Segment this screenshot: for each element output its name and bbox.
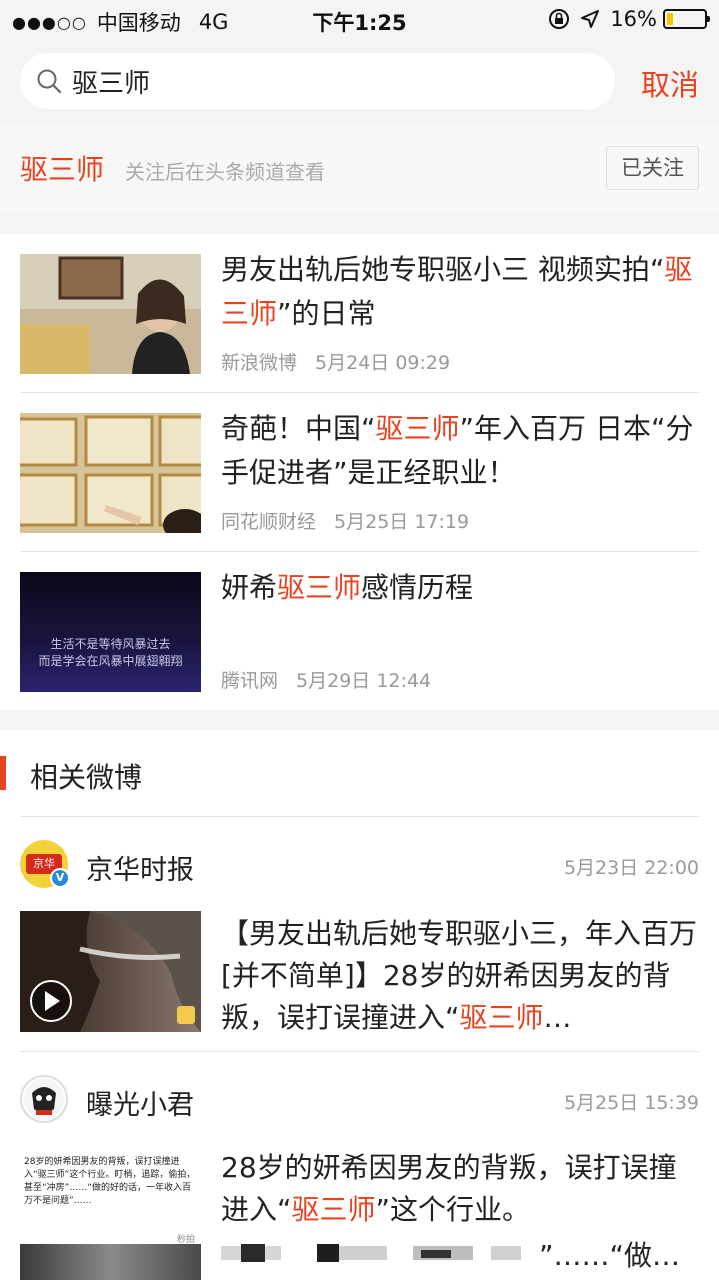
- weibo-time: 5月23日 22:00: [563, 857, 699, 879]
- redacted-text: [221, 1242, 521, 1264]
- news-item[interactable]: 奇葩！中国“驱三师”年入百万 日本“分手促进者”是正经职业！ 同花顺财经 5月25…: [20, 393, 699, 552]
- status-right: 16%: [548, 7, 710, 31]
- post-text: ”这个行业。: [375, 1193, 531, 1226]
- weibo-author[interactable]: 曝光小君: [86, 1083, 194, 1122]
- search-icon: [37, 69, 62, 94]
- orientation-lock-icon: [549, 9, 570, 29]
- followed-button[interactable]: 已关注: [606, 146, 699, 190]
- thumbnail-image: [20, 1244, 201, 1280]
- news-item[interactable]: 男友出轨后她专职驱小三 视频实拍“驱三师”的日常 新浪微博 5月24日 09:29: [20, 234, 699, 393]
- thumbnail-caption: 生活不是等待风暴过去 而是学会在风暴中展翅翱翔: [20, 636, 201, 670]
- news-source: 新浪微博: [221, 352, 298, 374]
- search-input[interactable]: 驱三师: [20, 53, 615, 109]
- title-text: 男友出轨后她专职驱小三 视频实拍“: [221, 253, 665, 286]
- weibo-avatar[interactable]: [20, 1075, 68, 1123]
- section-accent-bar: [0, 756, 6, 790]
- news-thumbnail: 生活不是等待风暴过去 而是学会在风暴中展翅翱翔: [20, 572, 201, 692]
- verified-badge-icon: V: [50, 868, 70, 888]
- divider: [20, 1051, 699, 1052]
- news-meta: 腾讯网 5月29日 12:44: [221, 666, 431, 693]
- title-text: ”的日常: [277, 297, 376, 330]
- post-highlight: 驱三师: [291, 1193, 376, 1226]
- weibo-author[interactable]: 京华时报: [86, 848, 194, 887]
- post-highlight: 驱三师: [459, 1001, 544, 1034]
- battery-percent: 16%: [610, 7, 657, 31]
- news-list: 男友出轨后她专职驱小三 视频实拍“驱三师”的日常 新浪微博 5月24日 09:29…: [0, 234, 719, 710]
- news-date: 5月25日 17:19: [334, 511, 470, 533]
- title-highlight: 驱三师: [375, 412, 460, 445]
- battery-icon: [663, 9, 710, 29]
- weibo-text[interactable]: 【男友出轨后她专职驱小三，年入百万[并不简单]】28岁的妍希因男友的背叛，误打误…: [221, 913, 699, 1039]
- section-title: 相关微博: [30, 761, 143, 794]
- news-meta: 新浪微博 5月24日 09:29: [221, 348, 450, 375]
- location-arrow-icon: [581, 10, 600, 28]
- cancel-button[interactable]: 取消: [641, 62, 699, 104]
- title-text: 妍希: [221, 571, 278, 604]
- thumbnail-caption-line: 而是学会在风暴中展翅翱翔: [38, 654, 183, 668]
- post-text: …: [543, 1001, 572, 1034]
- title-highlight: 驱三师: [277, 571, 362, 604]
- news-source: 同花顺财经: [221, 511, 317, 533]
- weibo-avatar[interactable]: 京华 V: [20, 840, 70, 888]
- status-bar: ●●●○○ 中国移动 4G 下午1:25 16%: [0, 0, 719, 40]
- news-thumbnail: [20, 413, 201, 533]
- weibo-time: 5月25日 15:39: [563, 1092, 699, 1114]
- search-query: 驱三师: [72, 68, 151, 99]
- subscribe-keyword[interactable]: 驱三师: [20, 148, 104, 188]
- news-date: 5月29日 12:44: [296, 670, 432, 692]
- news-meta: 同花顺财经 5月25日 17:19: [221, 507, 469, 534]
- avatar: [20, 1075, 68, 1123]
- news-title: 男友出轨后她专职驱小三 视频实拍“驱三师”的日常: [221, 248, 699, 336]
- weibo-text-continued: ”……“做…: [221, 1232, 699, 1276]
- news-date: 5月24日 09:29: [315, 352, 451, 374]
- weibo-text[interactable]: 28岁的妍希因男友的背叛，误打误撞进入“驱三师”这个行业。: [221, 1147, 699, 1231]
- title-text: 奇葩！中国“: [221, 412, 376, 445]
- divider: [20, 816, 699, 817]
- battery-fill: [667, 13, 673, 25]
- title-text: 感情历程: [361, 571, 474, 604]
- post-text: ”……“做…: [539, 1239, 681, 1272]
- news-title: 奇葩！中国“驱三师”年入百万 日本“分手促进者”是正经职业！: [221, 407, 699, 495]
- news-item[interactable]: 生活不是等待风暴过去 而是学会在风暴中展翅翱翔 妍希驱三师感情历程 腾讯网 5月2…: [20, 552, 699, 711]
- news-thumbnail: [20, 254, 201, 374]
- weibo-video-thumbnail[interactable]: [20, 911, 201, 1032]
- thumbnail-caption-line: 生活不是等待风暴过去: [50, 637, 171, 651]
- thumbnail-text: 28岁的妍希因男友的背叛，误打误撞进入“驱三师”这个行业。盯梢，追踪，偷拍，甚至…: [24, 1157, 196, 1206]
- weibo-video-thumbnail[interactable]: 28岁的妍希因男友的背叛，误打误撞进入“驱三师”这个行业。盯梢，追踪，偷拍，甚至…: [20, 1146, 201, 1280]
- news-title: 妍希驱三师感情历程: [221, 566, 699, 610]
- subscribe-hint: 关注后在头条频道查看: [125, 160, 325, 184]
- news-source: 腾讯网: [221, 670, 279, 692]
